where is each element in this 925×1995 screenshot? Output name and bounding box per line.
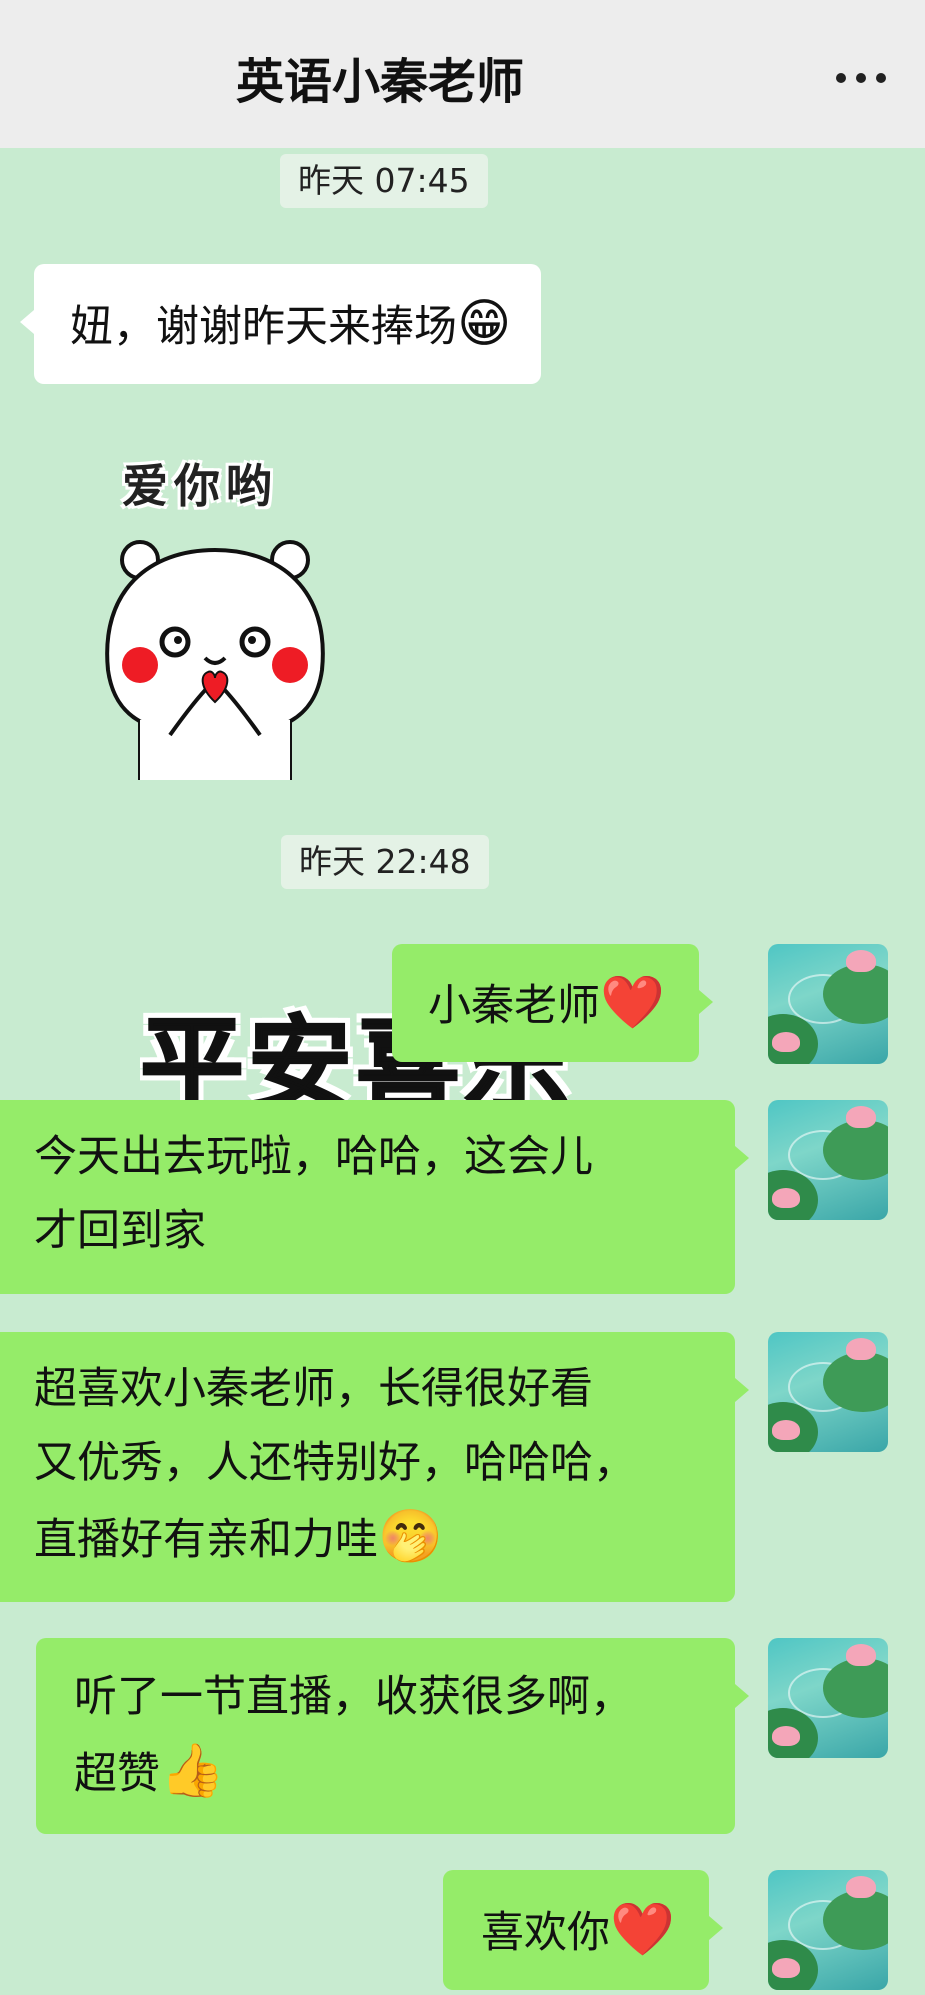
bear-sticker[interactable]: 爱你哟 [100,450,330,780]
chat-header: 英语小秦老师 [0,0,925,148]
message-text: 听了一节直播，收获很多啊， [74,1672,633,1722]
user-avatar[interactable] [768,1870,888,1990]
message-text: 又优秀，人还特别好，哈哈哈， [34,1438,636,1488]
message-text: 妞，谢谢昨天来捧场 [70,302,457,352]
outgoing-message[interactable]: 超喜欢小秦老师，长得很好看 又优秀，人还特别好，哈哈哈， 直播好有亲和力哇🤭 [0,1332,749,1602]
outgoing-message[interactable]: 听了一节直播，收获很多啊， 超赞👍 [36,1638,749,1834]
timestamp: 昨天 07:45 [280,154,488,208]
message-text: 小秦老师 [428,981,600,1031]
message-text: 超喜欢小秦老师，长得很好看 [34,1364,593,1414]
thumbs-up-emoji-icon: 👍 [160,1741,225,1801]
user-avatar[interactable] [768,1332,888,1452]
chat-title: 英语小秦老师 [235,54,524,110]
outgoing-message[interactable]: 今天出去玩啦，哈哈，这会儿 才回到家 [0,1100,749,1294]
outgoing-message[interactable]: 喜欢你❤️ [443,1870,723,1990]
message-text: 直播好有亲和力哇 [34,1515,378,1565]
grin-emoji-icon: 😁 [457,294,512,354]
timestamp: 昨天 22:48 [281,835,489,889]
heart-emoji-icon: ❤️ [610,1900,675,1960]
message-text: 才回到家 [34,1206,206,1256]
user-avatar[interactable] [768,944,888,1064]
user-avatar[interactable] [768,1100,888,1220]
message-text: 今天出去玩啦，哈哈，这会儿 [34,1132,593,1182]
user-avatar[interactable] [768,1638,888,1758]
heart-emoji-icon: ❤️ [600,973,665,1033]
message-text: 超赞 [74,1749,160,1799]
message-text: 喜欢你 [481,1908,610,1958]
incoming-message[interactable]: 妞，谢谢昨天来捧场😁 [19,264,542,384]
more-dots-icon[interactable] [821,48,901,108]
hand-over-mouth-emoji-icon: 🤭 [378,1507,443,1567]
bear-heart-icon [105,540,325,780]
outgoing-message[interactable]: 小秦老师❤️ [392,944,713,1062]
